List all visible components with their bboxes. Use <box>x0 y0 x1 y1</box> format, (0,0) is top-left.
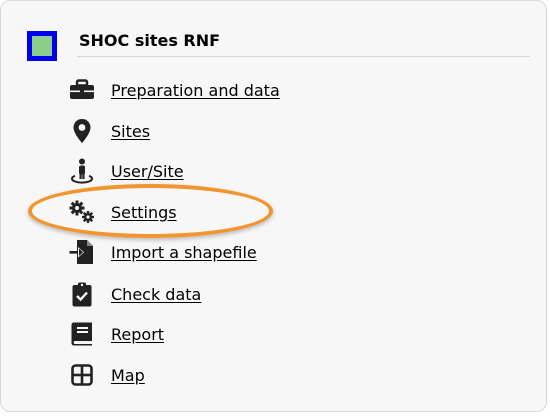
menu-item-label: Preparation and data <box>111 80 280 100</box>
toolbox-icon <box>69 77 95 103</box>
menu-item-preparation-and-data[interactable]: Preparation and data <box>69 75 280 105</box>
gears-icon <box>69 199 95 225</box>
menu-item-check-data[interactable]: Check data <box>69 279 201 309</box>
menu-panel: SHOC sites RNF Preparation and data Site… <box>0 0 547 412</box>
menu-item-user-site[interactable]: User/Site <box>69 156 184 186</box>
menu-item-label: Sites <box>111 121 151 141</box>
menu-item-label: Settings <box>111 202 177 222</box>
menu-item-label: Report <box>111 324 165 344</box>
clipboard-check-icon <box>69 281 95 307</box>
menu-item-label: User/Site <box>111 161 184 181</box>
menu-item-report[interactable]: Report <box>69 319 164 349</box>
user-location-icon <box>69 158 95 184</box>
grid-map-icon <box>69 362 95 388</box>
page-title: SHOC sites RNF <box>79 31 221 50</box>
menu-item-sites[interactable]: Sites <box>69 116 150 146</box>
menu-item-label: Check data <box>111 284 202 304</box>
menu-item-label: Import a shapefile <box>111 242 257 262</box>
menu-item-settings[interactable]: Settings <box>69 197 177 227</box>
menu-item-map[interactable]: Map <box>69 360 145 390</box>
divider <box>77 56 530 57</box>
file-import-icon <box>69 239 95 265</box>
menu-item-import-a-shapefile[interactable]: Import a shapefile <box>69 237 257 267</box>
book-icon <box>69 321 95 347</box>
map-marker-icon <box>69 118 95 144</box>
app-logo <box>27 31 57 61</box>
menu-item-label: Map <box>111 365 145 385</box>
